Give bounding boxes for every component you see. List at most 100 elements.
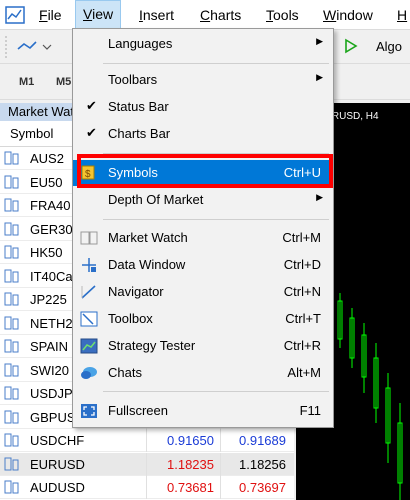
symbol-icon xyxy=(4,151,19,165)
status-bar-label: Status Bar xyxy=(108,99,169,114)
column-divider xyxy=(220,452,221,476)
fullscreen-icon xyxy=(81,404,97,418)
symbol-icon xyxy=(4,457,19,470)
menu-view[interactable]: View xyxy=(75,0,122,29)
menu-charts[interactable]: Charts xyxy=(193,0,248,30)
menu-separator xyxy=(103,391,329,392)
symbol-icon xyxy=(4,386,19,400)
menu-item-chats[interactable]: Chats Alt+M xyxy=(73,360,333,386)
symbol-name: HK50 xyxy=(30,245,63,260)
symbol-name: USDJP xyxy=(30,386,73,401)
symbol-name: GBPUS xyxy=(30,409,76,425)
column-divider xyxy=(146,452,147,476)
chats-shortcut: Alt+M xyxy=(287,365,321,380)
menu-item-depth-of-market[interactable]: Depth Of Market ▶ xyxy=(73,187,333,213)
ask-price: 1.18256 xyxy=(239,456,286,472)
market-watch-icon xyxy=(80,231,98,245)
column-divider xyxy=(220,476,221,499)
market-watch-row[interactable]: AUDUSD 0.73681 0.73697 xyxy=(0,476,294,499)
menu-item-data-window[interactable]: Data Window Ctrl+D xyxy=(73,252,333,278)
ask-price: 0.91689 xyxy=(239,433,286,448)
market-watch-shortcut: Ctrl+M xyxy=(282,230,321,245)
symbol-name: IT40Ca xyxy=(30,268,73,284)
symbol-icon xyxy=(4,316,19,329)
toolbar-grip-icon xyxy=(5,36,7,58)
navigator-label: Navigator xyxy=(108,284,164,299)
menu-tools-label: ools xyxy=(273,7,299,23)
menu-item-toolbars[interactable]: Toolbars ▶ xyxy=(73,67,333,93)
app-icon[interactable] xyxy=(5,6,25,24)
menu-separator xyxy=(103,63,329,64)
symbol-icon xyxy=(4,175,19,188)
symbol-icon xyxy=(4,269,19,282)
symbols-shortcut: Ctrl+U xyxy=(283,165,321,180)
menu-charts-mnemonic: C xyxy=(200,7,211,23)
toolbox-icon xyxy=(80,311,98,327)
symbol-column-header[interactable]: Symbol xyxy=(10,126,53,141)
menu-tools-mnemonic: T xyxy=(266,7,273,23)
symbol-name: NETH2 xyxy=(30,315,73,331)
data-window-label: Data Window xyxy=(108,257,186,272)
play-icon[interactable] xyxy=(344,38,358,54)
submenu-arrow-icon: ▶ xyxy=(316,72,323,82)
menu-item-languages[interactable]: Languages ▶ xyxy=(73,31,333,57)
menu-item-market-watch[interactable]: Market Watch Ctrl+M xyxy=(73,225,333,251)
menu-help[interactable]: H xyxy=(390,0,410,30)
column-divider xyxy=(146,476,147,499)
strategy-tester-label: Strategy Tester xyxy=(108,338,196,353)
symbol-icon xyxy=(4,410,19,423)
symbol-name: FRA40 xyxy=(30,198,71,213)
menu-item-status-bar[interactable]: ✔ Status Bar xyxy=(73,94,333,120)
menu-item-strategy-tester[interactable]: Strategy Tester Ctrl+R xyxy=(73,333,333,359)
fullscreen-shortcut: F11 xyxy=(299,403,321,418)
market-watch-row[interactable]: USDCHF 0.91650 0.91689 xyxy=(0,429,294,452)
symbol-name: AUS2 xyxy=(30,151,64,166)
menu-charts-label: harts xyxy=(210,7,242,23)
menu-bar: File View Insert Charts Tools Window H xyxy=(0,0,410,30)
checkmark-icon: ✔ xyxy=(86,98,97,113)
algo-trading-button[interactable]: Algo T xyxy=(376,36,410,76)
strategy-tester-shortcut: Ctrl+R xyxy=(283,338,321,353)
symbol-icon xyxy=(4,245,19,259)
symbol-icon xyxy=(4,292,19,306)
column-divider xyxy=(220,429,221,452)
menu-window[interactable]: Window xyxy=(316,0,380,30)
timeframe-m5[interactable]: M5 xyxy=(56,76,71,88)
chart-type-icon[interactable] xyxy=(16,39,52,55)
menu-insert[interactable]: Insert xyxy=(132,0,181,30)
menu-item-navigator[interactable]: Navigator Ctrl+N xyxy=(73,279,333,305)
menu-file[interactable]: File xyxy=(32,0,69,30)
menu-separator xyxy=(103,153,329,154)
column-divider xyxy=(146,429,147,452)
symbol-name: EURUSD xyxy=(30,456,85,472)
navigator-shortcut: Ctrl+N xyxy=(283,284,321,299)
symbol-name: JP225 xyxy=(30,292,67,307)
chats-icon xyxy=(81,367,97,379)
menu-window-label: indow xyxy=(336,7,373,23)
menu-file-label: ile xyxy=(47,7,62,23)
symbol-icon xyxy=(4,198,19,212)
timeframe-m1[interactable]: M1 xyxy=(19,76,34,88)
submenu-arrow-icon: ▶ xyxy=(316,192,323,202)
symbol-icon xyxy=(4,480,19,494)
menu-item-symbols[interactable]: $ Symbols Ctrl+U xyxy=(73,160,333,186)
menu-item-charts-bar[interactable]: ✔ Charts Bar xyxy=(73,121,333,147)
checkmark-icon: ✔ xyxy=(86,125,97,140)
symbol-icon xyxy=(4,339,19,353)
depth-of-market-label: Depth Of Market xyxy=(108,192,204,207)
toolbars-label: Toolbars xyxy=(108,72,158,87)
languages-label: Languages xyxy=(108,36,173,51)
market-watch-row[interactable]: EURUSD 1.18235 1.18256 xyxy=(0,452,294,476)
symbol-name: EU50 xyxy=(30,174,63,190)
menu-separator xyxy=(103,219,329,220)
symbol-name: GER30 xyxy=(30,221,73,237)
bid-price: 1.18235 xyxy=(167,456,214,472)
market-watch-label: Market Watch xyxy=(108,230,188,245)
symbol-name: SPAIN xyxy=(30,339,69,354)
view-menu-dropdown: Languages ▶ Toolbars ▶ ✔ Status Bar ✔ Ch… xyxy=(72,28,334,428)
symbol-name: SWI20 xyxy=(30,362,70,378)
menu-item-toolbox[interactable]: Toolbox Ctrl+T xyxy=(73,306,333,332)
toolbox-label: Toolbox xyxy=(108,311,153,326)
menu-item-fullscreen[interactable]: Fullscreen F11 xyxy=(73,398,333,424)
menu-tools[interactable]: Tools xyxy=(259,0,306,30)
